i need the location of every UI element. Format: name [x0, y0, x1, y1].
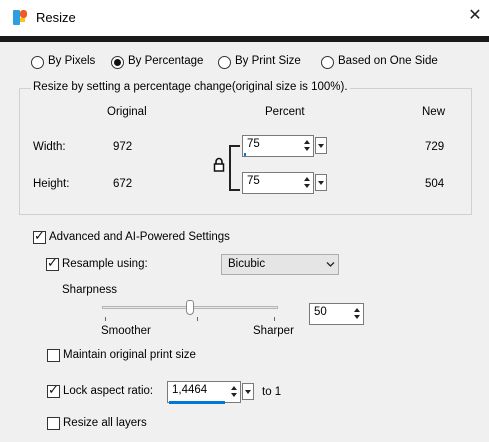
height-percent-dropdown[interactable] [315, 174, 327, 191]
aspect-ratio-dropdown[interactable] [242, 383, 254, 400]
chevron-down-icon[interactable] [245, 390, 251, 394]
column-header-new: New [422, 106, 446, 118]
spin-down-icon[interactable] [231, 393, 237, 397]
resize-all-layers-checkbox[interactable] [47, 417, 60, 430]
radio-circle[interactable] [321, 56, 334, 69]
aspect-ratio-arrows[interactable] [228, 383, 240, 400]
aspect-focus-underline [169, 401, 225, 404]
radio-label: By Percentage [128, 55, 204, 67]
radio-circle[interactable] [31, 56, 44, 69]
slider-tick [105, 317, 106, 321]
height-original-value: 672 [113, 178, 133, 190]
spin-up-icon[interactable] [231, 386, 237, 390]
chevron-down-icon[interactable] [318, 181, 324, 185]
radio-circle[interactable] [218, 56, 231, 69]
sharpness-arrows[interactable] [351, 305, 363, 322]
width-original-value: 972 [113, 141, 133, 153]
advanced-settings-label: Advanced and AI-Powered Settings [49, 231, 230, 243]
lock-aspect-checkbox[interactable] [47, 383, 60, 398]
groupbox-caption: Resize by setting a percentage change(or… [31, 81, 350, 93]
padlock-icon[interactable] [213, 157, 225, 172]
aspect-ratio-spinbox[interactable]: 1,4464 [167, 381, 241, 403]
height-new-value: 504 [425, 178, 445, 190]
width-new-value: 729 [425, 141, 445, 153]
slider-tick [197, 317, 198, 321]
aspect-ratio-value[interactable]: 1,4464 [172, 384, 207, 396]
title-divider [0, 36, 489, 42]
column-header-original: Original [107, 106, 147, 118]
radio-label: By Print Size [235, 55, 301, 67]
height-label: Height: [33, 178, 70, 190]
sharpness-spinbox[interactable]: 50 [309, 303, 364, 325]
chevron-down-icon[interactable] [318, 144, 324, 148]
radio-label: Based on One Side [338, 55, 438, 67]
radio-circle[interactable] [111, 56, 124, 69]
width-percent-arrows[interactable] [301, 137, 313, 154]
sharpness-value[interactable]: 50 [314, 306, 327, 318]
width-percent-dropdown[interactable] [315, 137, 327, 154]
width-label: Width: [33, 141, 66, 153]
caret-marker [244, 153, 246, 156]
height-percent-value[interactable]: 75 [247, 175, 260, 187]
slider-max-label: Sharper [253, 325, 294, 337]
resample-label: Resample using: [62, 258, 148, 270]
sharpness-slider-thumb[interactable] [186, 300, 194, 315]
height-percent-arrows[interactable] [301, 174, 313, 191]
spin-down-icon[interactable] [304, 147, 310, 151]
slider-min-label: Smoother [101, 325, 151, 337]
maintain-print-size-checkbox[interactable] [47, 349, 60, 362]
resample-checkbox[interactable] [46, 256, 59, 271]
column-header-percent: Percent [265, 106, 305, 118]
resample-method-select[interactable]: Bicubic [221, 254, 339, 275]
close-button[interactable]: ✕ [466, 7, 484, 25]
app-logo-icon [13, 10, 27, 25]
width-percent-spinbox[interactable]: 75 [242, 135, 314, 157]
advanced-settings-checkbox[interactable] [33, 229, 46, 244]
radio-label: By Pixels [48, 55, 96, 67]
spin-up-icon[interactable] [354, 308, 360, 312]
aspect-ratio-suffix: to 1 [262, 386, 282, 398]
chevron-down-icon[interactable] [326, 261, 335, 268]
resize-all-layers-label: Resize all layers [63, 417, 147, 429]
window-title: Resize [36, 10, 76, 25]
spin-down-icon[interactable] [354, 315, 360, 319]
height-percent-spinbox[interactable]: 75 [242, 172, 314, 194]
spin-down-icon[interactable] [304, 184, 310, 188]
slider-tick [274, 317, 275, 321]
sharpness-label: Sharpness [62, 284, 117, 296]
maintain-print-size-label: Maintain original print size [63, 349, 196, 361]
lock-aspect-label: Lock aspect ratio: [63, 385, 154, 397]
spin-up-icon[interactable] [304, 177, 310, 181]
spin-up-icon[interactable] [304, 140, 310, 144]
width-percent-value[interactable]: 75 [247, 138, 260, 150]
resample-method-value: Bicubic [228, 258, 266, 270]
